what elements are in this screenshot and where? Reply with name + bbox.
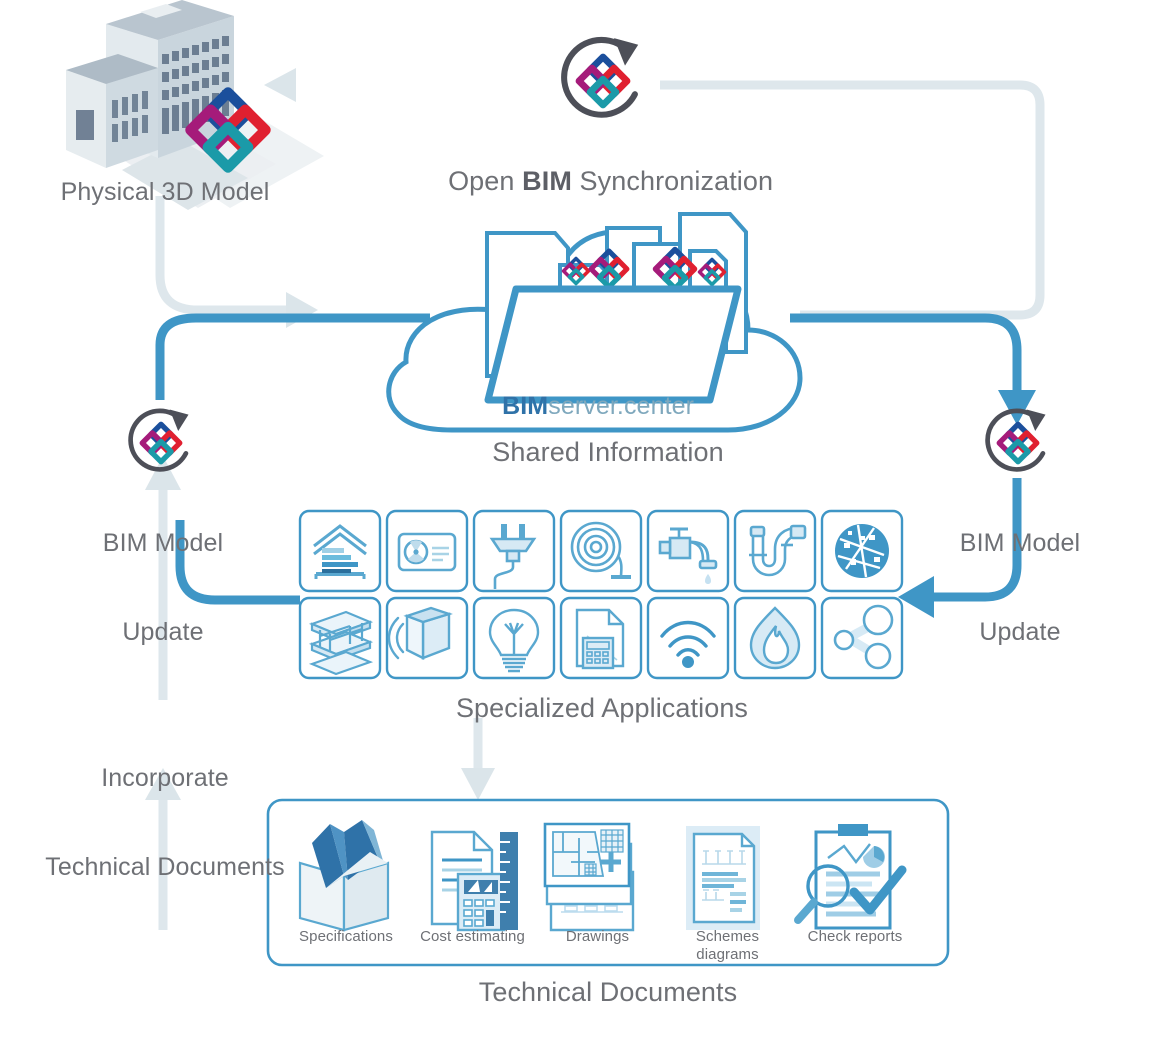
shared-information-label: Shared Information	[492, 437, 724, 467]
arrowhead-to-technical-docs	[461, 768, 495, 800]
blueprint-sheets-icon	[543, 822, 635, 932]
structure-slab-icon	[308, 610, 374, 676]
open-bim-sync-label: Open BIM Synchronization	[343, 134, 863, 198]
calculator-ruler-icon	[430, 830, 518, 932]
arrowhead-to-physical-model	[264, 68, 296, 102]
document-calculator-icon	[575, 608, 625, 670]
technical-documents-label: Technical Documents	[478, 977, 738, 1007]
incorporate-line2: Technical Documents	[45, 852, 285, 881]
open-bim-sync-emphasis: BIM	[522, 165, 572, 196]
open-bim-sync-suffix: Synchronization	[571, 165, 774, 196]
bim-model-update-left-label: BIM Model Update	[38, 470, 288, 677]
sync-bim-icon-left	[131, 409, 189, 469]
application-icons-grid	[298, 509, 904, 680]
open-bim-sync-prefix: Open	[448, 165, 523, 196]
physical-model-label: Physical 3D Model	[60, 178, 270, 206]
specialized-applications-label: Specialized Applications	[455, 693, 749, 723]
brand-bim: BIM	[502, 391, 549, 420]
sync-bim-icon-top	[564, 38, 638, 115]
arrowhead-to-cloud	[286, 292, 318, 328]
diagram-canvas: Physical 3D Model Open BIM Synchronizati…	[0, 0, 1152, 1039]
scheme-diagram-icon	[686, 826, 760, 930]
techdoc-caption-drawings: Drawings	[565, 928, 630, 945]
techdoc-caption-schemes-diagrams: Schemes diagrams	[695, 928, 760, 963]
techdoc-caption-check-reports: Check reports	[807, 928, 903, 945]
techdoc-caption-specifications: Specifications	[299, 928, 393, 945]
flow-physical-model-to-cloud	[155, 196, 290, 315]
flow-cloud-to-bim-update-right	[790, 313, 1022, 395]
incorporate-technical-documents-label: Incorporate Technical Documents	[0, 705, 330, 912]
techdoc-caption-cost-estimating: Cost estimating	[420, 928, 525, 945]
incorporate-line1: Incorporate	[101, 764, 229, 792]
urban-map-globe-icon	[835, 524, 889, 578]
bim-model-update-right-line2: Update	[979, 617, 1061, 646]
bimserver-center-brand: BIMserver.center	[488, 362, 748, 421]
bim-model-update-right-line1: BIM Model	[959, 529, 1081, 557]
bim-model-update-left-line1: BIM Model	[102, 529, 224, 557]
brand-servercenter: server.center	[548, 391, 695, 420]
bim-model-update-left-line2: Update	[122, 617, 204, 646]
bim-model-update-right-label: BIM Model Update	[895, 470, 1145, 677]
arrowhead-blue-down-right	[998, 390, 1036, 425]
